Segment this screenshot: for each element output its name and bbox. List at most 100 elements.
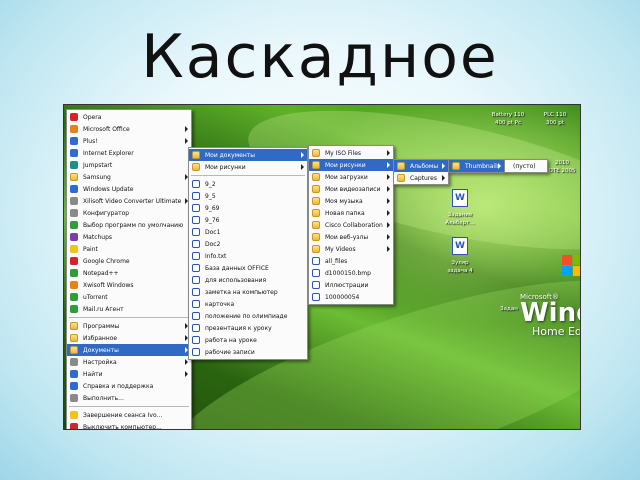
menu-item[interactable]: Выбор программ по умолчанию <box>67 219 191 231</box>
menu-item[interactable]: Info.txt <box>189 250 307 262</box>
menu-item[interactable]: 9_69 <box>189 202 307 214</box>
menu-item[interactable]: Captures <box>394 172 448 184</box>
menu-item-label: Thumbnails <box>465 162 500 170</box>
menu-item[interactable]: 100000054 <box>309 291 393 303</box>
menu-item[interactable]: Мои рисунки <box>309 159 393 171</box>
menu-item[interactable]: Cisco Collaboration <box>309 219 393 231</box>
menu-item[interactable]: для использования <box>189 274 307 286</box>
submenu-arrow-icon <box>442 175 445 181</box>
item-icon <box>312 245 320 253</box>
menu-item-label: Избранное <box>83 334 118 342</box>
menu-item[interactable]: Моя музыка <box>309 195 393 207</box>
item-icon <box>312 185 320 193</box>
menu-item[interactable]: Конфигуратор <box>67 207 191 219</box>
menu-item[interactable]: Xwisoft Windows <box>67 279 191 291</box>
item-icon <box>192 240 200 248</box>
menu-item[interactable]: Новая папка <box>309 207 393 219</box>
menu-item[interactable]: Настройка <box>67 356 191 368</box>
menu-item[interactable]: Xilisoft Video Converter Ultimate <box>67 195 191 207</box>
menu-item[interactable]: Мои рисунки <box>189 161 307 173</box>
submenu-arrow-icon <box>387 150 390 156</box>
menu-item-label: Notepad++ <box>83 269 119 277</box>
menu-item[interactable]: Matchups <box>67 231 191 243</box>
menu-item[interactable]: Internet Explorer <box>67 147 191 159</box>
programs-icon <box>70 322 78 330</box>
menu-item[interactable]: 9_2 <box>189 178 307 190</box>
menu-item[interactable]: Notepad++ <box>67 267 191 279</box>
submenu-arrow-icon <box>387 162 390 168</box>
menu-item-label: Найти <box>83 370 103 378</box>
submenu-arrow-icon <box>387 210 390 216</box>
word-document-icon[interactable] <box>452 189 468 207</box>
menu-item[interactable]: Plus! <box>67 135 191 147</box>
menu-item[interactable]: Мои документы <box>189 149 307 161</box>
item-icon <box>192 348 200 356</box>
menu-item[interactable]: заметка на компьютер <box>189 286 307 298</box>
menu-item[interactable]: Windows Update <box>67 183 191 195</box>
menu-item[interactable]: My Videos <box>309 243 393 255</box>
menu-item[interactable]: Мои загрузки <box>309 171 393 183</box>
menu-item[interactable]: Избранное <box>67 332 191 344</box>
menu-item[interactable]: Google Chrome <box>67 255 191 267</box>
menu-item-label: 9_69 <box>205 204 220 212</box>
menu-item-label: Выполнить... <box>83 394 124 402</box>
menu-item[interactable]: Jumpstart <box>67 159 191 171</box>
menu-item-label: для использования <box>205 276 267 284</box>
item-icon <box>312 221 320 229</box>
menu-item[interactable]: рабочие записи <box>189 346 307 358</box>
menu-item[interactable]: Программы <box>67 320 191 332</box>
menu-item[interactable]: положение по олимпиаде <box>189 310 307 322</box>
menu-item[interactable]: презентация к уроку <box>189 322 307 334</box>
menu-item[interactable]: работа на уроке <box>189 334 307 346</box>
menu-item[interactable]: uTorrent <box>67 291 191 303</box>
item-icon <box>192 216 200 224</box>
menu-item[interactable]: Выключить компьютер... <box>67 421 191 429</box>
menu-item[interactable]: Thumbnails <box>449 160 504 172</box>
menu-item[interactable]: Иллюстрации <box>309 279 393 291</box>
menu-item[interactable]: Samsung <box>67 171 191 183</box>
menu-item[interactable]: Мои видеозаписи <box>309 183 393 195</box>
menu-item[interactable]: Справка и поддержка <box>67 380 191 392</box>
samsung-icon <box>70 173 78 181</box>
menu-item-label: Matchups <box>83 233 113 241</box>
menu-item[interactable]: Выполнить... <box>67 392 191 404</box>
matchups-icon <box>70 233 78 241</box>
menu-item[interactable]: Doc2 <box>189 238 307 250</box>
word-document-icon[interactable] <box>452 237 468 255</box>
menu-separator <box>69 406 189 407</box>
menu-item[interactable]: Paint <box>67 243 191 255</box>
shutdown-icon <box>70 423 78 429</box>
item-icon <box>312 293 320 301</box>
menu-item[interactable]: Opera <box>67 111 191 123</box>
menu-item[interactable]: Альбомы <box>394 160 448 172</box>
menu-item-label: Мои документы <box>205 151 256 159</box>
menu-item[interactable]: 9_5 <box>189 190 307 202</box>
menu-item[interactable]: Завершение сеанса Ivo... <box>67 409 191 421</box>
menu-item[interactable]: all_files <box>309 255 393 267</box>
menu-item[interactable]: Microsoft Office <box>67 123 191 135</box>
menu-item-label: My ISO Files <box>325 149 362 157</box>
thumbnails-submenu: (пусто) <box>504 159 548 173</box>
menu-item[interactable]: Документы <box>67 344 191 356</box>
menu-item[interactable]: 9_76 <box>189 214 307 226</box>
menu-item[interactable]: My ISO Files <box>309 147 393 159</box>
menu-item[interactable]: Мои веб-узлы <box>309 231 393 243</box>
menu-item-label: презентация к уроку <box>205 324 272 332</box>
default-programs-icon <box>70 221 78 229</box>
menu-item[interactable]: Mail.ru Агент <box>67 303 191 315</box>
menu-item[interactable]: Doc1 <box>189 226 307 238</box>
desktop-label: PLC 110 300 pt <box>543 112 567 126</box>
menu-item-label: Мои веб-узлы <box>325 233 369 241</box>
item-icon <box>312 257 320 265</box>
menu-item[interactable]: База данных OFFICE <box>189 262 307 274</box>
desktop-icon-label[interactable]: Зуляр задача 4 <box>436 259 484 275</box>
menu-item-label: Paint <box>83 245 98 253</box>
menu-item[interactable]: d1000150.bmp <box>309 267 393 279</box>
menu-item[interactable]: карточка <box>189 298 307 310</box>
office-icon <box>70 125 78 133</box>
menu-item[interactable]: Найти <box>67 368 191 380</box>
menu-item-label: Мои загрузки <box>325 173 368 181</box>
desktop-icon-label[interactable]: Задание Альберт... <box>436 211 484 227</box>
menu-item[interactable]: (пусто) <box>505 160 547 172</box>
windows-logo: Microsoft® Windo Home Ed <box>520 293 581 338</box>
